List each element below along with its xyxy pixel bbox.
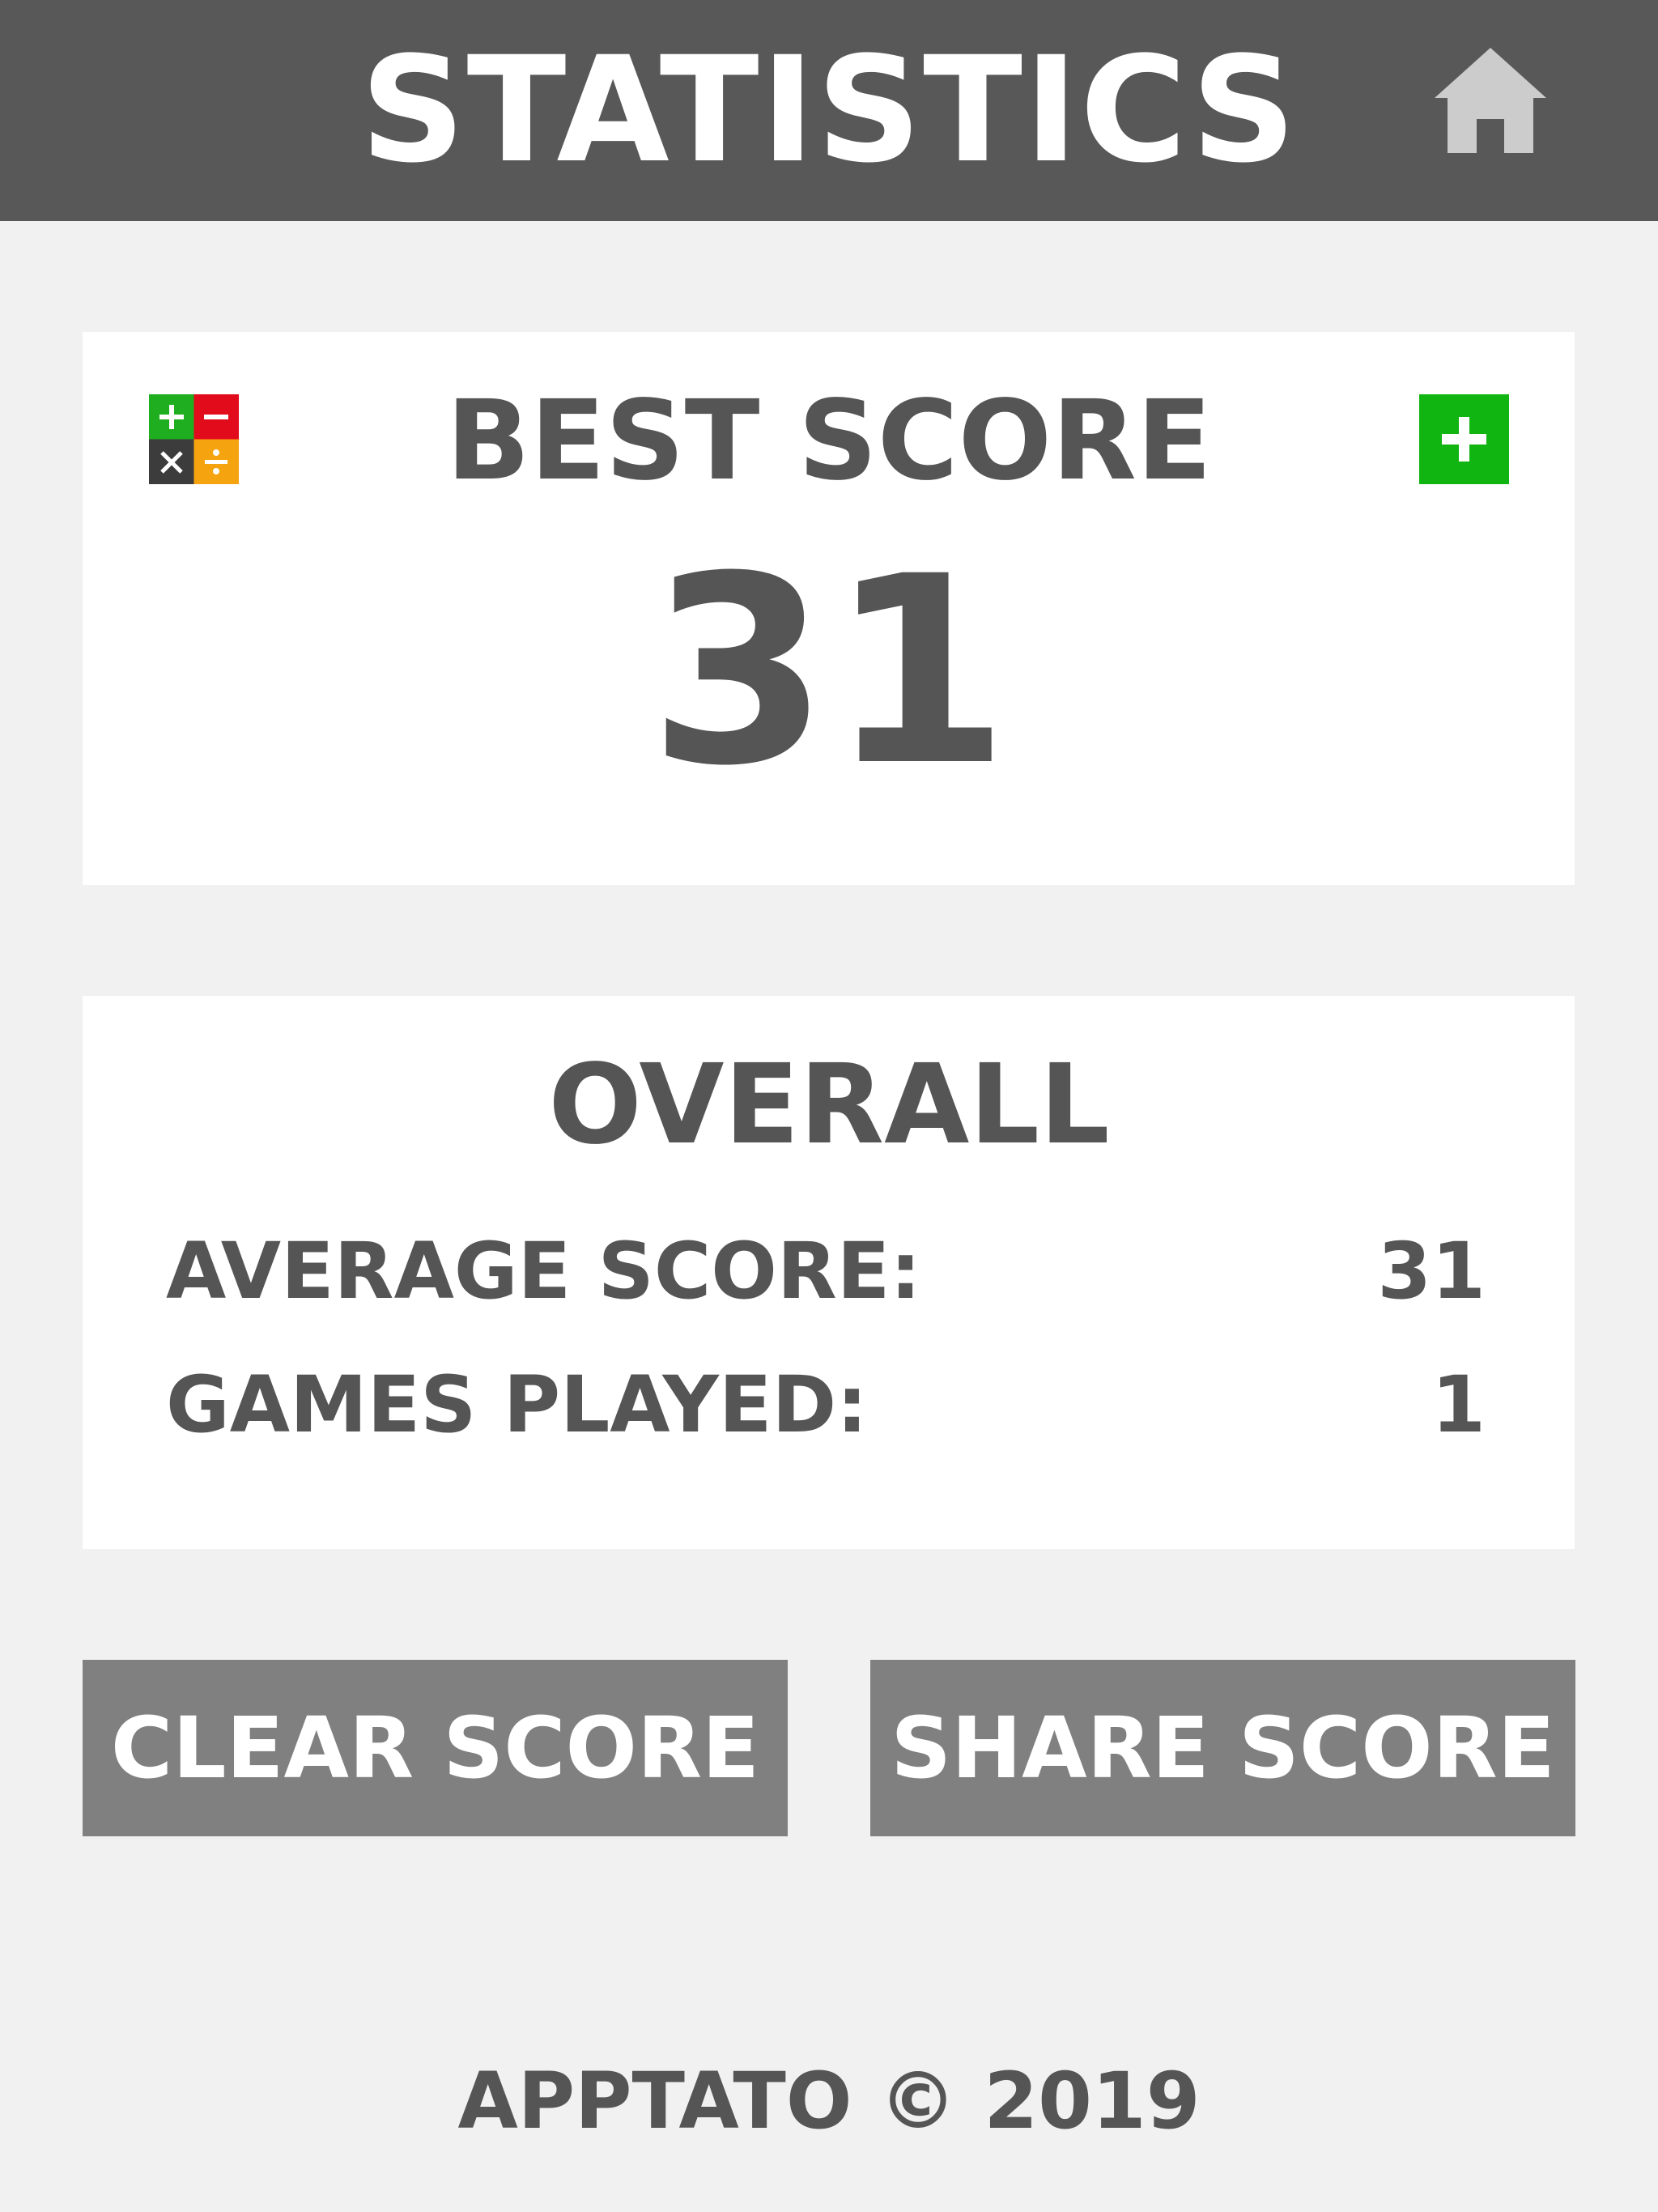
average-score-label: AVERAGE SCORE: [166, 1226, 921, 1317]
clear-score-button[interactable]: CLEAR SCORE [83, 1660, 788, 1836]
games-played-value: 1 [1431, 1359, 1486, 1450]
best-score-title: BEST SCORE [446, 377, 1212, 505]
games-played-label: GAMES PLAYED: [166, 1359, 868, 1450]
home-icon [1435, 48, 1546, 153]
best-score-value: 31 [648, 521, 1010, 823]
page-title: STATISTICS [359, 26, 1298, 195]
average-score-value: 31 [1377, 1226, 1486, 1317]
add-button[interactable] [1419, 394, 1509, 484]
share-score-button[interactable]: SHARE SCORE [870, 1660, 1575, 1836]
overall-title: OVERALL [548, 1041, 1110, 1169]
home-button[interactable] [1430, 45, 1551, 158]
footer-copyright: APPTATO © 2019 [457, 2056, 1201, 2146]
plus-icon [1419, 394, 1509, 484]
